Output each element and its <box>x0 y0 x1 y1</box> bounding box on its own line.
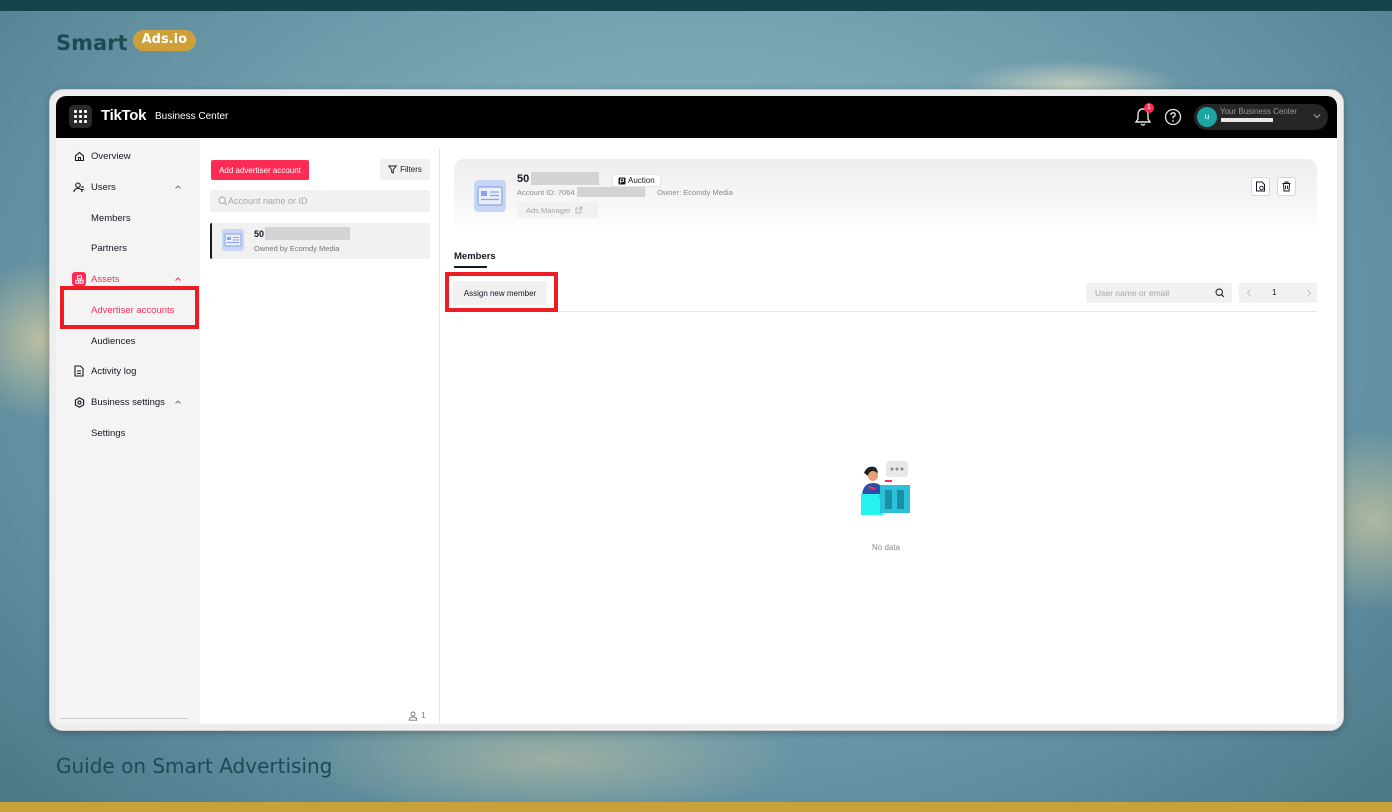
empty-state-illustration-icon <box>861 461 910 515</box>
sidebar-item-label: Audiences <box>91 335 136 347</box>
home-icon <box>73 150 85 162</box>
user-search-input[interactable]: User name or email <box>1086 283 1232 303</box>
ads-manager-button[interactable]: Ads Manager <box>517 202 598 218</box>
chevron-up-icon <box>175 185 181 189</box>
brand-pill: Ads.io <box>132 29 197 51</box>
sidebar-item-audiences[interactable]: Audiences <box>56 327 200 355</box>
account-owner: Owned by Ecomdy Media <box>254 244 340 253</box>
chevron-right-icon[interactable] <box>1305 288 1313 298</box>
search-icon <box>218 196 228 206</box>
top-bar: TikTok Business Center 1 u Your Business… <box>56 96 1337 138</box>
auction-badge: Auction <box>612 174 661 187</box>
trash-icon <box>1282 181 1291 192</box>
external-link-icon <box>575 206 583 214</box>
avatar: u <box>1197 107 1217 127</box>
sidebar-item-settings[interactable]: Settings <box>56 419 200 447</box>
sidebar-item-label: Partners <box>91 242 127 254</box>
tiktok-logo: TikTok <box>101 107 147 124</box>
account-count: 1 <box>421 711 426 720</box>
account-detail-panel: 50 Auction Account ID: 7064 Owner: Ecomd… <box>441 148 1337 724</box>
page-number[interactable]: 1 <box>1272 288 1276 297</box>
redacted-account-name <box>265 227 350 240</box>
manage-permissions-button[interactable] <box>1251 177 1270 196</box>
account-switcher[interactable]: u Your Business Center <box>1194 104 1328 130</box>
add-advertiser-account-button[interactable]: Add advertiser account <box>211 160 309 180</box>
settings-doc-icon <box>1256 181 1265 192</box>
sidebar-item-members[interactable]: Members <box>56 204 200 232</box>
sidebar-item-label: Members <box>91 212 131 224</box>
tab-active-indicator <box>454 266 487 268</box>
filter-icon <box>388 165 398 174</box>
chevron-up-icon <box>175 400 181 404</box>
sidebar-item-business-settings[interactable]: Business settings <box>56 388 200 416</box>
redacted-account-name <box>531 172 599 185</box>
redacted-account-name <box>1221 118 1273 122</box>
chevron-down-icon <box>1313 114 1321 119</box>
advertiser-list-panel: Add advertiser account Filters Account n… <box>200 148 440 724</box>
sidebar-item-partners[interactable]: Partners <box>56 234 200 262</box>
gear-icon <box>73 396 85 408</box>
sidebar-item-label: Overview <box>91 150 131 162</box>
highlight-box <box>60 286 199 329</box>
account-id: Account ID: 7064 <box>517 188 575 197</box>
pagination: 1 <box>1239 283 1317 303</box>
apps-grid-icon[interactable] <box>69 105 92 128</box>
bottom-strip <box>0 802 1392 812</box>
chevron-up-icon <box>175 277 181 281</box>
account-name: 50 <box>254 229 265 239</box>
flag-icon <box>618 177 626 184</box>
tab-members[interactable]: Members <box>454 251 496 262</box>
account-thumbnail-icon <box>474 180 506 212</box>
notification-badge: 1 <box>1144 103 1154 113</box>
sidebar-item-users[interactable]: Users <box>56 173 200 201</box>
account-owner: Owner: Ecomdy Media <box>657 188 733 197</box>
search-placeholder: Account name or ID <box>228 196 308 206</box>
person-icon <box>408 711 418 721</box>
sidebar-item-label: Activity log <box>91 365 137 377</box>
users-icon <box>73 181 85 193</box>
sidebar-item-overview[interactable]: Overview <box>56 142 200 170</box>
ads-manager-label: Ads Manager <box>526 205 571 215</box>
business-center-title: Business Center <box>155 111 229 122</box>
smart-ads-logo: Smart Ads.io <box>56 28 197 58</box>
divider <box>60 718 188 719</box>
top-strip <box>0 0 1392 11</box>
delete-button[interactable] <box>1277 177 1296 196</box>
search-placeholder: User name or email <box>1095 288 1170 298</box>
help-icon[interactable] <box>1164 108 1182 126</box>
sidebar-item-label: Assets <box>91 273 120 285</box>
document-icon <box>73 365 85 377</box>
sidebar-item-label: Business settings <box>91 396 165 408</box>
empty-state-text: No data <box>872 543 901 552</box>
sidebar: Overview Users Members Partners Assets A… <box>56 138 200 724</box>
account-label: Your Business Center <box>1220 107 1298 116</box>
guide-caption: Guide on Smart Advertising <box>56 754 333 778</box>
list-item[interactable]: 50 Owned by Ecomdy Media <box>210 223 430 259</box>
auction-label: Auction <box>628 176 655 185</box>
sidebar-item-label: Settings <box>91 427 126 439</box>
sidebar-item-activity-log[interactable]: Activity log <box>56 357 200 385</box>
assets-icon <box>72 272 86 286</box>
account-name: 50 <box>517 173 530 185</box>
search-icon <box>1215 288 1225 298</box>
table-divider <box>454 311 1317 312</box>
account-search-input[interactable]: Account name or ID <box>210 190 430 212</box>
chevron-left-icon[interactable] <box>1245 288 1253 298</box>
account-header-card: 50 Auction Account ID: 7064 Owner: Ecomd… <box>454 159 1317 233</box>
sidebar-item-label: Users <box>91 181 116 193</box>
brand-word: Smart <box>56 31 128 55</box>
tiktok-business-center-window: TikTok Business Center 1 u Your Business… <box>56 96 1337 724</box>
filters-label: Filters <box>400 165 422 174</box>
redacted-account-id <box>577 187 645 197</box>
account-thumbnail-icon <box>222 229 244 251</box>
filters-button[interactable]: Filters <box>380 159 430 180</box>
highlight-box <box>445 272 558 312</box>
